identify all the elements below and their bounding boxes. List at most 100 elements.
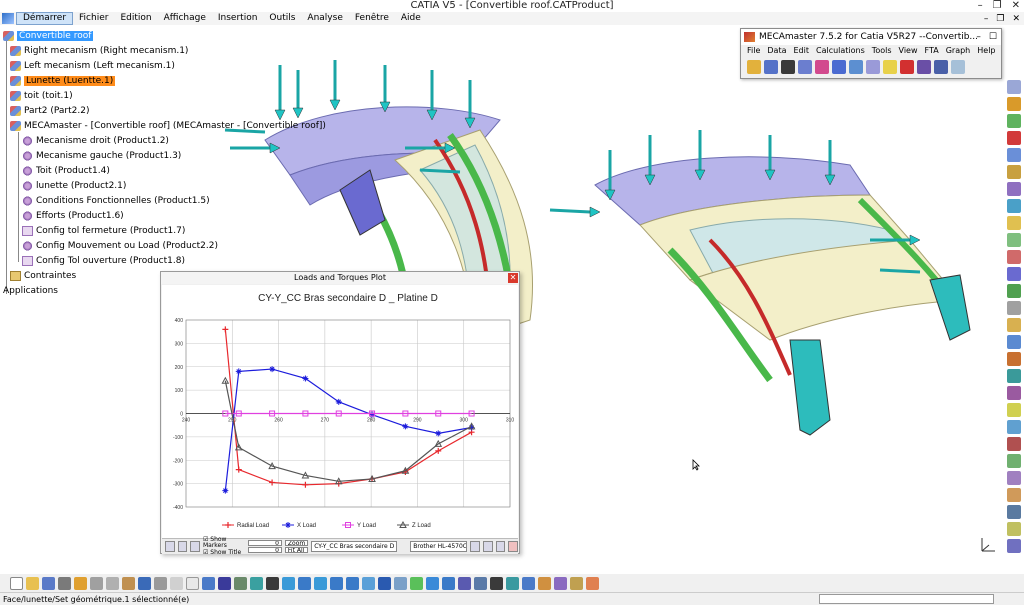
report-icon[interactable] [849,60,863,74]
render-icon[interactable] [394,576,407,590]
replace-icon[interactable] [1007,284,1021,298]
material-icon[interactable] [538,576,551,590]
measure-tool-icon[interactable] [522,576,535,590]
menu-outils[interactable]: Outils [263,12,301,25]
plot-pan-icon[interactable] [177,541,188,552]
tree-node[interactable]: lunette (Product2.1) [22,180,126,192]
show-markers-checkbox[interactable]: ☑ Show Markers [203,537,245,549]
bom-icon[interactable] [1007,403,1021,417]
zoom-button[interactable]: Zoom [284,540,309,546]
menu-aide[interactable]: Aide [395,12,427,25]
pattern-icon[interactable] [1007,488,1021,502]
fly-icon[interactable] [250,576,263,590]
print-tool-icon[interactable] [58,576,71,590]
plot-select[interactable]: CY-Y_CC Bras secondaire D _ Platine D [311,541,398,552]
pan-icon[interactable] [298,576,311,590]
fit-all-button[interactable]: Fit All [284,547,309,553]
title-field[interactable]: 0 [247,547,282,553]
spec-icon[interactable] [490,576,503,590]
tree-node[interactable]: Right mecanism (Right mecanism.1) [10,45,188,57]
component-icon[interactable] [1007,267,1021,281]
print-icon[interactable] [470,541,480,552]
roof-model-right[interactable] [549,130,971,436]
rotate-icon[interactable] [314,576,327,590]
minimize-icon[interactable]: – [978,0,983,12]
export-icon[interactable] [495,541,506,552]
tolerance-icon[interactable] [798,60,812,74]
mechanism-tool-icon[interactable] [832,60,846,74]
quick-view-icon[interactable] [74,576,87,590]
new-icon[interactable] [10,576,23,590]
printer-select[interactable]: Brother HL-4570CDW se... [410,541,468,552]
product-tool-icon[interactable] [1007,233,1021,247]
swap-icon[interactable] [426,576,439,590]
measure-icon[interactable] [1007,216,1021,230]
tree-node[interactable]: Part2 (Part2.2) [10,105,89,117]
plot-zoom-icon[interactable] [190,541,200,552]
maximize-icon[interactable]: ❐ [993,0,1002,12]
table-icon[interactable] [866,60,880,74]
doc-minimize-icon[interactable]: – [984,14,989,24]
meca-menu-file[interactable]: File [747,45,760,56]
paste-icon[interactable] [122,576,135,590]
open-icon[interactable] [26,576,39,590]
dots-icon[interactable] [586,576,599,590]
analysis-tool-icon[interactable] [1007,437,1021,451]
tree-node-selected[interactable]: Lunette (Luentte.1) [10,75,116,87]
help-icon[interactable] [170,576,183,590]
plot-prev-icon[interactable] [165,541,175,552]
menu-fichier[interactable]: Fichier [73,12,114,25]
flexible-icon[interactable] [1007,454,1021,468]
menu-insertion[interactable]: Insertion [212,12,264,25]
meca-menu-calculations[interactable]: Calculations [816,45,865,56]
plot-window-titlebar[interactable]: Loads and Torques Plot ✕ [161,272,519,284]
clash-icon[interactable] [1007,182,1021,196]
menu-analyse[interactable]: Analyse [301,12,348,25]
undo-icon[interactable] [138,576,151,590]
meca-menu-view[interactable]: View [899,45,918,56]
load-icon[interactable] [815,60,829,74]
edit-link-icon[interactable] [764,60,778,74]
formula-icon[interactable] [186,576,199,590]
refresh-icon[interactable] [506,576,519,590]
show-title-checkbox[interactable]: ☑ Show Title [203,550,245,556]
meca-menu-edit[interactable]: Edit [794,45,810,56]
catia-app-icon[interactable] [2,13,14,24]
settings-icon[interactable] [951,60,965,74]
doc-restore-icon[interactable]: ❐ [996,14,1004,24]
normal-view-icon[interactable] [266,576,279,590]
update-icon[interactable] [1007,420,1021,434]
explode-icon[interactable] [1007,165,1021,179]
tree-node[interactable]: Mecanisme droit (Product1.2) [22,135,169,147]
weld-icon[interactable] [1007,369,1021,383]
section-icon[interactable] [1007,199,1021,213]
edit-tol-icon[interactable] [781,60,795,74]
meca-menu-data[interactable]: Data [767,45,786,56]
tree-node[interactable]: Contraintes [10,270,76,282]
link-icon[interactable] [747,60,761,74]
fix-icon[interactable] [1007,97,1021,111]
reorder-icon[interactable] [1007,301,1021,315]
tree-node[interactable]: Toit (Product1.4) [22,165,110,177]
menu-fenetre[interactable]: Fenêtre [349,12,395,25]
copy-icon[interactable] [482,541,493,552]
assembly-tool-icon[interactable] [458,576,471,590]
tool-icon[interactable] [1007,522,1021,536]
tree-node[interactable]: Left mecanism (Left mecanism.1) [10,60,175,72]
meca-menu-tools[interactable]: Tools [872,45,892,56]
zoom-out-icon[interactable] [346,576,359,590]
annotation-icon[interactable] [1007,352,1021,366]
cube-view-icon[interactable] [378,576,391,590]
snap-icon[interactable] [1007,148,1021,162]
hide-show-icon[interactable] [410,576,423,590]
view-mode-icon[interactable] [1007,539,1021,553]
plot-close-icon[interactable]: ✕ [508,273,518,283]
part-tool-icon[interactable] [1007,250,1021,264]
mecamaster-maximize-icon[interactable]: ☐ [989,29,997,45]
tree-node[interactable]: Applications [3,285,58,297]
redo-icon[interactable] [154,576,167,590]
mecamaster-titlebar[interactable]: MECAmaster 7.5.2 for Catia V5R27 --Conve… [741,29,1001,45]
tree-node-root[interactable]: Convertible roof [3,30,94,42]
view-icon[interactable] [934,60,948,74]
scenes-icon[interactable] [1007,335,1021,349]
